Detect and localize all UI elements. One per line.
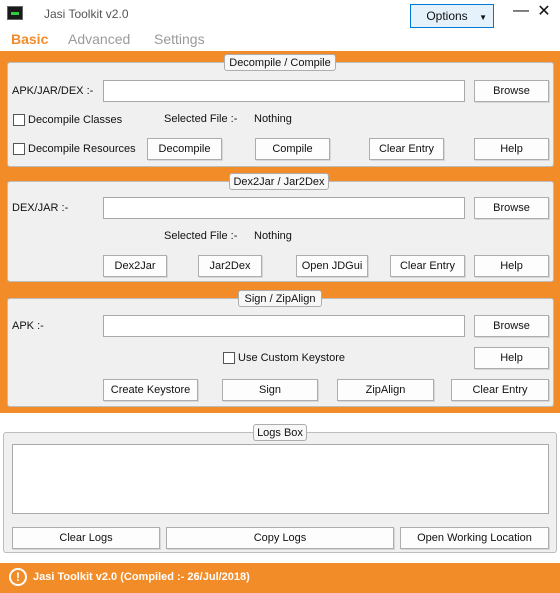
- sign-clear-entry-button[interactable]: Clear Entry: [451, 379, 549, 401]
- dex2jar-selected-file-value: Nothing: [254, 230, 292, 242]
- decompile-legend: Decompile / Compile: [224, 54, 336, 71]
- jar2dex-button[interactable]: Jar2Dex: [198, 255, 262, 277]
- selected-file-label: Selected File :-: [164, 113, 238, 125]
- decompile-button[interactable]: Decompile: [147, 138, 222, 160]
- logs-textarea[interactable]: [12, 444, 549, 514]
- status-text: Jasi Toolkit v2.0 (Compiled :- 26/Jul/20…: [33, 571, 250, 583]
- chevron-down-icon: ▼: [479, 13, 487, 22]
- apk-input[interactable]: [103, 315, 465, 337]
- sign-help-button[interactable]: Help: [474, 347, 549, 369]
- logs-legend: Logs Box: [253, 424, 307, 441]
- close-button[interactable]: ✕: [534, 2, 554, 22]
- dex2jar-help-button[interactable]: Help: [474, 255, 549, 277]
- apk-jar-dex-label: APK/JAR/DEX :-: [12, 85, 94, 97]
- dex2jar-clear-entry-button[interactable]: Clear Entry: [390, 255, 465, 277]
- open-working-location-button[interactable]: Open Working Location: [400, 527, 549, 549]
- zipalign-button[interactable]: ZipAlign: [337, 379, 434, 401]
- dex2jar-legend: Dex2Jar / Jar2Dex: [229, 173, 329, 190]
- compile-button[interactable]: Compile: [255, 138, 330, 160]
- window-title: Jasi Toolkit v2.0: [44, 7, 129, 21]
- decompile-classes-checkbox[interactable]: [13, 114, 25, 126]
- sign-button[interactable]: Sign: [222, 379, 318, 401]
- decompile-resources-label: Decompile Resources: [28, 143, 136, 155]
- custom-keystore-checkbox[interactable]: [223, 352, 235, 364]
- open-jdgui-button[interactable]: Open JDGui: [296, 255, 368, 277]
- options-label: Options: [426, 9, 468, 23]
- dex2jar-selected-file-label: Selected File :-: [164, 230, 238, 242]
- decompile-browse-button[interactable]: Browse: [474, 80, 549, 102]
- tab-advanced[interactable]: Advanced: [68, 31, 130, 47]
- dex-jar-input[interactable]: [103, 197, 465, 219]
- dex-jar-label: DEX/JAR :-: [12, 202, 69, 214]
- sign-browse-button[interactable]: Browse: [474, 315, 549, 337]
- apk-jar-dex-input[interactable]: [103, 80, 465, 102]
- clear-logs-button[interactable]: Clear Logs: [12, 527, 160, 549]
- selected-file-value: Nothing: [254, 113, 292, 125]
- decompile-clear-entry-button[interactable]: Clear Entry: [369, 138, 444, 160]
- sign-legend: Sign / ZipAlign: [238, 290, 322, 307]
- dex2jar-browse-button[interactable]: Browse: [474, 197, 549, 219]
- decompile-resources-checkbox[interactable]: [13, 143, 25, 155]
- create-keystore-button[interactable]: Create Keystore: [103, 379, 198, 401]
- options-dropdown[interactable]: Options ▼: [410, 4, 494, 28]
- decompile-help-button[interactable]: Help: [474, 138, 549, 160]
- dex2jar-button[interactable]: Dex2Jar: [103, 255, 167, 277]
- copy-logs-button[interactable]: Copy Logs: [166, 527, 394, 549]
- decompile-classes-label: Decompile Classes: [28, 114, 123, 126]
- info-alert-icon: !: [9, 568, 27, 586]
- apk-label: APK :-: [12, 320, 44, 332]
- custom-keystore-label: Use Custom Keystore: [238, 352, 345, 364]
- app-icon: [7, 6, 23, 20]
- tab-settings[interactable]: Settings: [154, 31, 205, 47]
- minimize-button[interactable]: —: [512, 2, 530, 22]
- tab-basic[interactable]: Basic: [11, 31, 48, 47]
